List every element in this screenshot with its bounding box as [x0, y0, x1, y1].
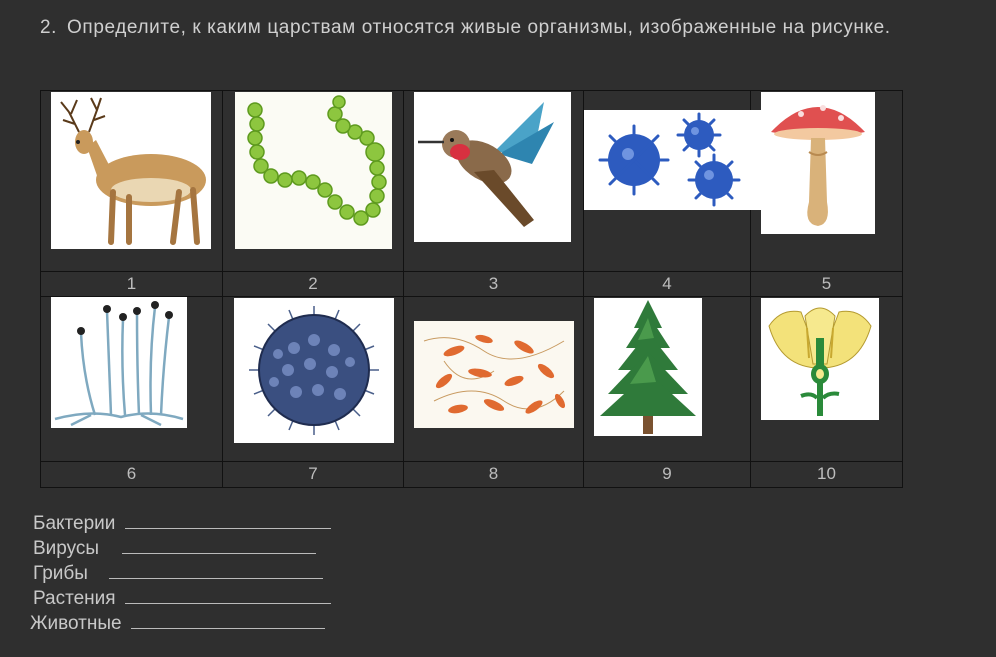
bacteria-icon — [423, 334, 566, 414]
answer-label: Грибы — [33, 563, 88, 584]
deer-picture — [51, 92, 211, 249]
mushroom-picture — [761, 92, 875, 234]
hummingbird-picture — [414, 92, 571, 242]
spruce-tree-icon — [600, 300, 696, 434]
question-number: 2. — [40, 17, 58, 38]
mold-fungus-icon — [54, 301, 184, 427]
cyanobacteria-chain-icon — [247, 95, 387, 226]
answer-row-bacteria: Бактерии — [30, 511, 331, 536]
answer-list: Бактерии Вирусы Грибы Растения Животные — [30, 511, 331, 636]
picture-label: 7 — [308, 464, 318, 483]
picture-label: 9 — [662, 464, 672, 483]
flower-picture — [761, 298, 879, 420]
picture-label: 4 — [662, 274, 672, 293]
question-text: 2. Определите, к каким царствам относятся… — [40, 16, 958, 40]
question-body: Определите, к каким царствам относятся ж… — [67, 17, 891, 38]
picture-label: 1 — [126, 274, 137, 293]
flower-icon — [768, 307, 872, 416]
answer-row-fungi: Грибы — [30, 561, 331, 586]
virus-particle-icon — [249, 306, 379, 435]
hummingbird-icon — [418, 102, 554, 227]
answer-blank[interactable] — [124, 586, 331, 604]
picture-label: 3 — [488, 274, 499, 293]
picture-label: 10 — [817, 464, 836, 483]
answer-label: Животные — [30, 613, 122, 634]
picture-label: 8 — [488, 464, 499, 483]
mold-picture — [51, 297, 187, 428]
answer-label: Растения — [33, 588, 116, 609]
virus-particle-picture — [234, 298, 394, 443]
answer-row-animals: Животные — [30, 611, 331, 636]
deer-icon — [60, 97, 206, 245]
virus-picture — [584, 110, 761, 210]
answer-row-plants: Растения — [30, 586, 331, 611]
answer-row-viruses: Вирусы — [30, 536, 331, 561]
answer-label: Бактерии — [33, 513, 116, 534]
virus-icon — [598, 112, 741, 207]
answer-blank[interactable] — [109, 561, 324, 579]
cyanobacteria-picture — [235, 92, 392, 249]
answer-blank[interactable] — [122, 536, 317, 554]
answer-blank[interactable] — [124, 511, 331, 529]
spruce-picture — [594, 298, 702, 436]
mushroom-icon — [771, 105, 865, 226]
answer-label: Вирусы — [33, 538, 100, 559]
picture-label: 5 — [821, 274, 832, 293]
picture-label: 2 — [308, 274, 318, 293]
picture-label: 6 — [126, 464, 137, 483]
pictures-table: 1 2 3 4 5 6 7 8 9 10 — [40, 90, 903, 488]
answer-blank[interactable] — [130, 611, 325, 629]
bacteria-picture — [414, 321, 574, 428]
